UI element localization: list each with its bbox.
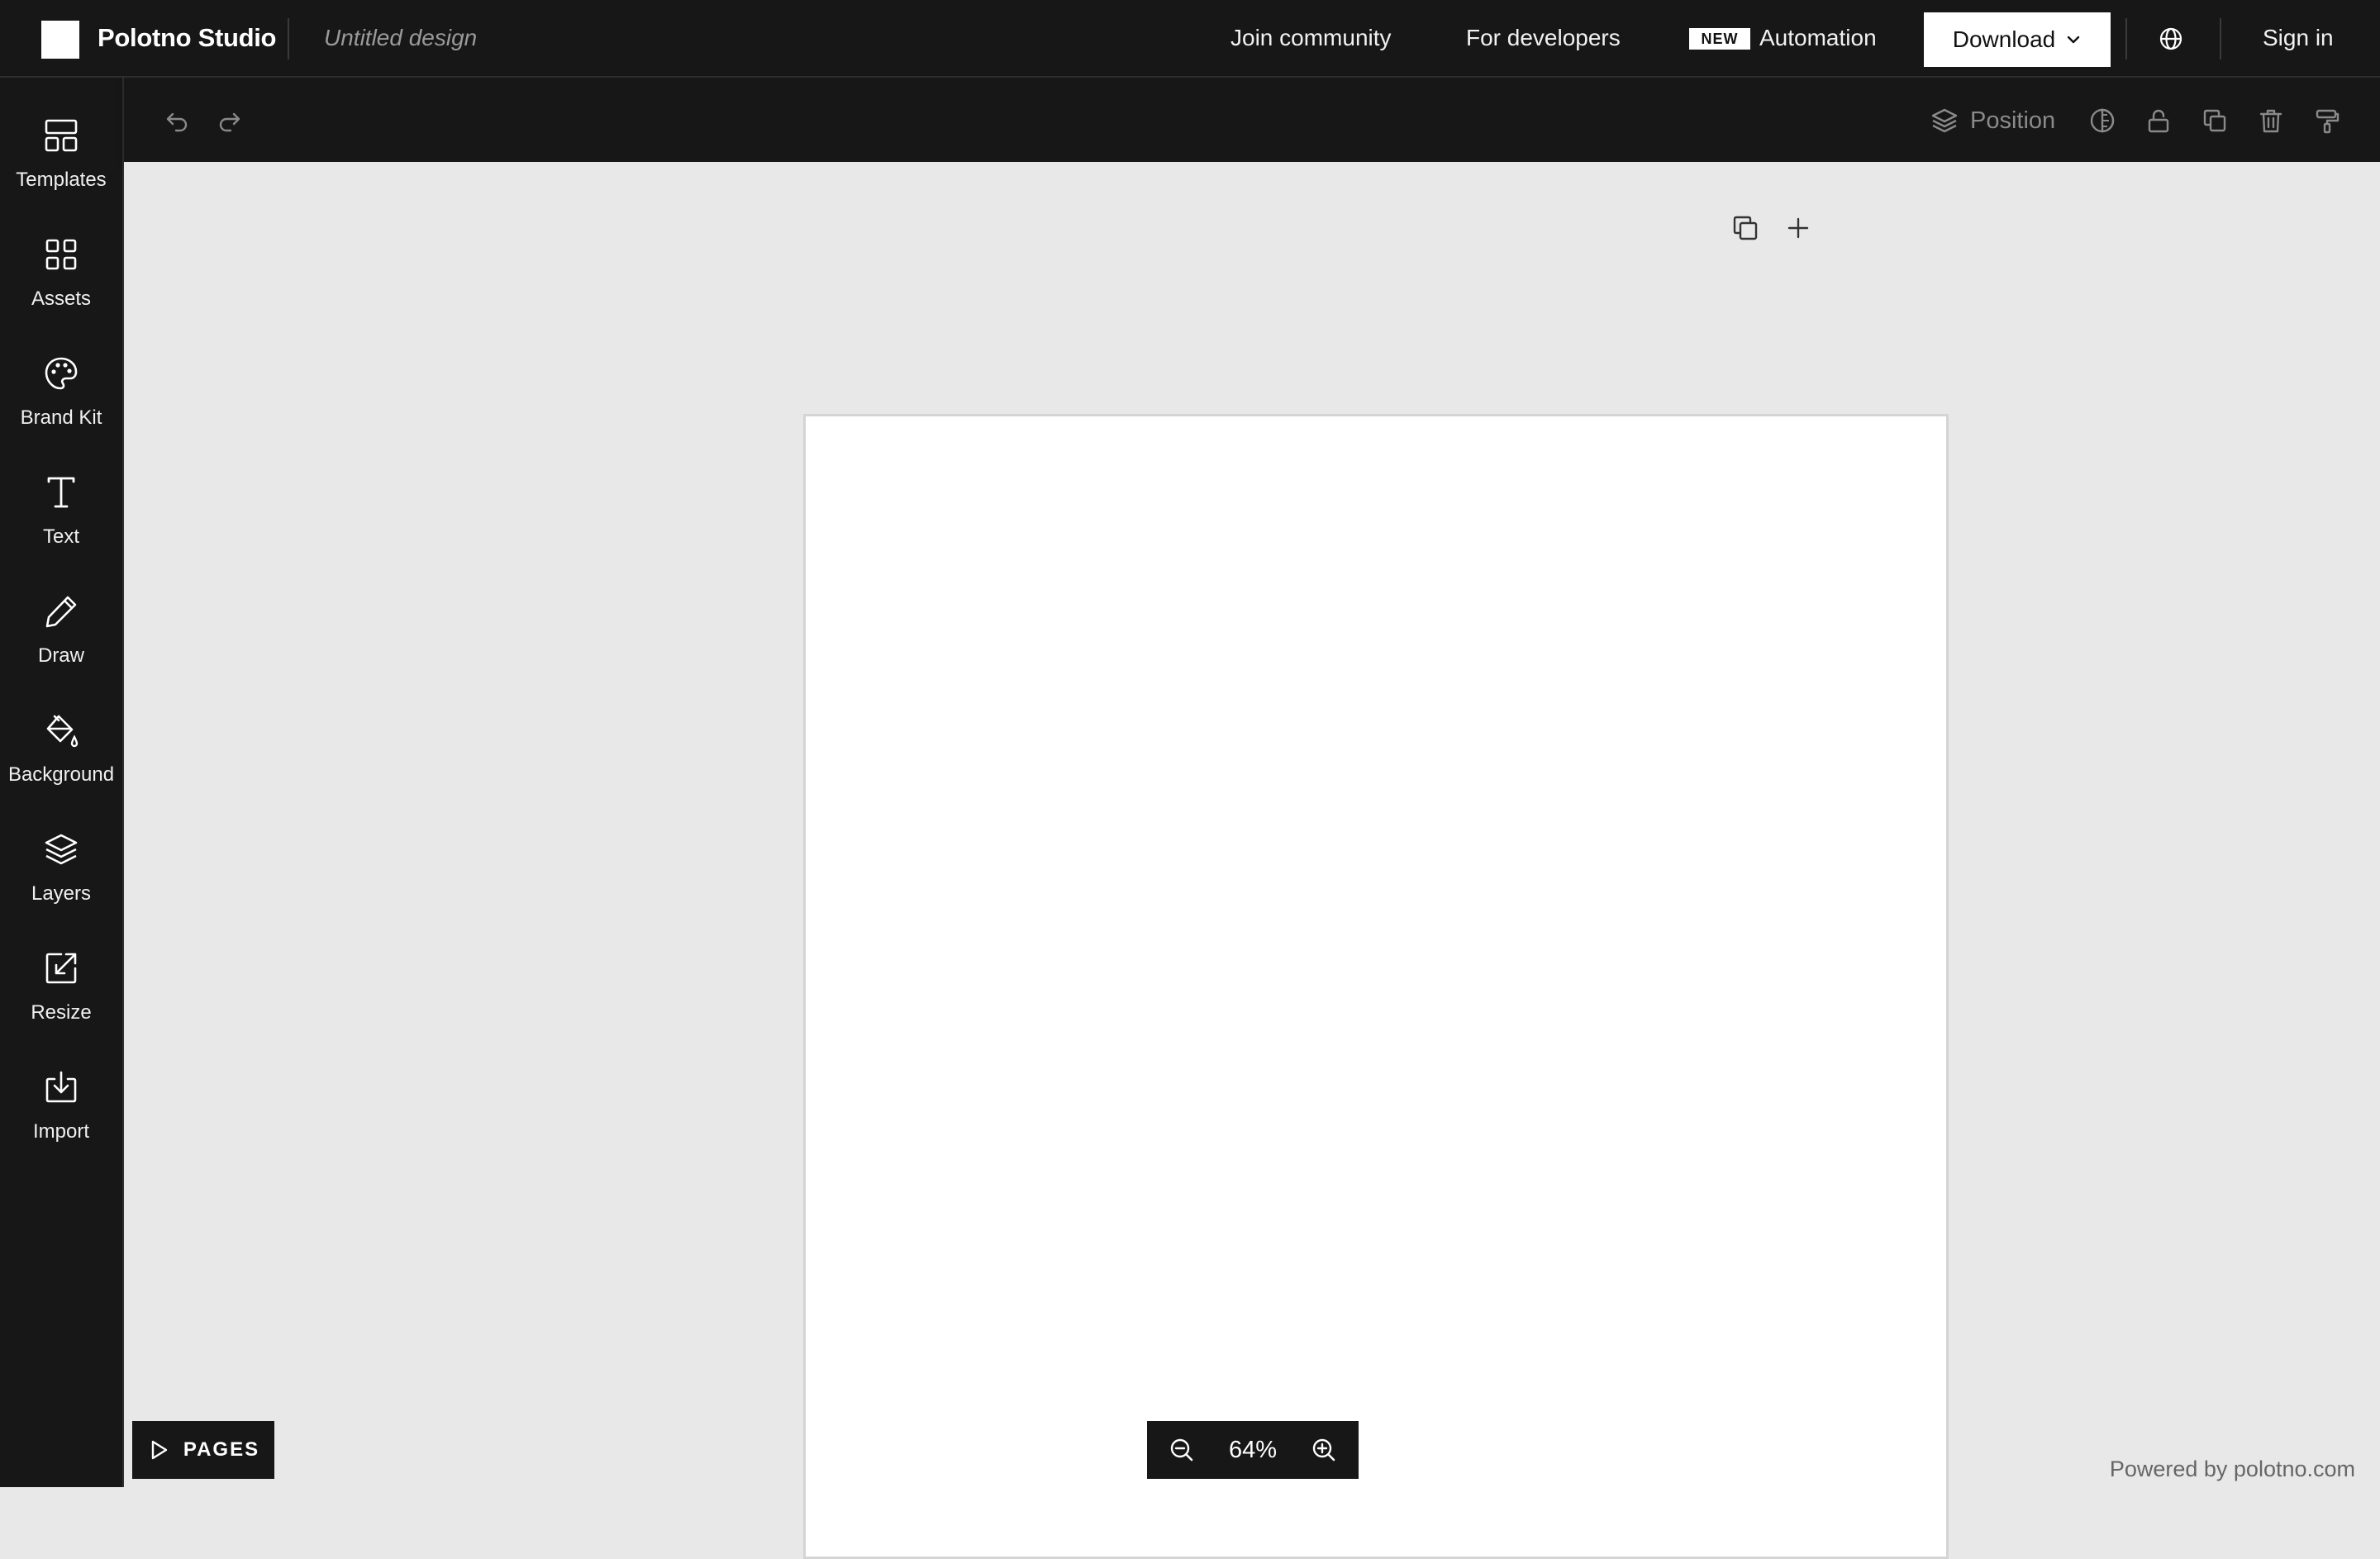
divider xyxy=(2220,18,2221,59)
pages-button[interactable]: PAGES xyxy=(132,1421,274,1479)
trash-icon[interactable] xyxy=(2258,107,2284,134)
paint-bucket-icon xyxy=(46,715,79,748)
copy-style-icon[interactable] xyxy=(2314,107,2340,134)
zoom-in-icon[interactable] xyxy=(1311,1437,1337,1463)
powered-by-link[interactable]: Powered by polotno.com xyxy=(2110,1457,2355,1482)
sidebar-item-import[interactable]: Import xyxy=(0,1046,122,1153)
sidebar: Templates Assets Brand Kit Text Draw Bac… xyxy=(0,78,124,1487)
zoom-value[interactable]: 64% xyxy=(1229,1437,1277,1464)
sidebar-item-label: Assets xyxy=(31,288,92,310)
sidebar-item-text[interactable]: Text xyxy=(0,451,122,558)
pencil-icon xyxy=(45,596,77,628)
design-page[interactable] xyxy=(803,414,1949,1559)
automation-link[interactable]: Automation xyxy=(1759,25,1877,51)
sidebar-item-label: Brand Kit xyxy=(20,406,102,429)
zoom-controls: 64% xyxy=(1147,1421,1359,1479)
pages-label: PAGES xyxy=(183,1438,260,1461)
transparency-icon[interactable] xyxy=(2089,107,2116,134)
position-button[interactable]: Position xyxy=(1930,106,2055,135)
sidebar-item-label: Background xyxy=(7,763,115,786)
sidebar-item-background[interactable]: Background xyxy=(0,689,122,796)
sidebar-item-label: Text xyxy=(42,525,79,548)
sidebar-item-assets[interactable]: Assets xyxy=(0,213,122,321)
play-icon xyxy=(151,1440,168,1460)
chevron-down-icon xyxy=(2068,36,2080,44)
import-icon xyxy=(45,1071,77,1103)
sidebar-item-draw[interactable]: Draw xyxy=(0,570,122,677)
templates-icon xyxy=(45,119,78,152)
sidebar-item-label: Templates xyxy=(16,169,107,191)
sidebar-item-brand-kit[interactable]: Brand Kit xyxy=(0,332,122,440)
design-name-input[interactable]: Untitled design xyxy=(324,25,477,51)
duplicate-page-icon[interactable] xyxy=(1730,213,1760,243)
app-title[interactable]: Polotno Studio xyxy=(98,23,277,53)
palette-icon xyxy=(45,357,78,390)
position-label: Position xyxy=(1970,107,2056,134)
redo-icon[interactable] xyxy=(217,107,243,134)
join-community-link[interactable]: Join community xyxy=(1230,25,1392,51)
resize-icon xyxy=(45,953,77,984)
text-icon xyxy=(47,477,75,508)
globe-icon[interactable] xyxy=(2159,26,2183,51)
for-developers-link[interactable]: For developers xyxy=(1466,25,1621,51)
sidebar-item-layers[interactable]: Layers xyxy=(0,808,122,915)
assets-icon xyxy=(45,239,77,270)
sidebar-item-label: Import xyxy=(32,1120,89,1143)
layers-icon xyxy=(1931,108,1958,133)
sidebar-item-label: Draw xyxy=(37,644,84,667)
unlock-icon[interactable] xyxy=(2145,107,2172,134)
top-bar: Polotno Studio Untitled design Join comm… xyxy=(0,0,2380,78)
download-label: Download xyxy=(1952,26,2056,52)
layers-icon xyxy=(45,834,78,865)
divider xyxy=(2125,18,2127,59)
sidebar-item-resize[interactable]: Resize xyxy=(0,927,122,1034)
logo-icon[interactable] xyxy=(41,21,79,59)
sidebar-item-label: Resize xyxy=(31,1001,92,1024)
undo-icon[interactable] xyxy=(164,107,190,134)
duplicate-icon[interactable] xyxy=(2202,107,2228,134)
divider xyxy=(288,18,289,59)
sign-in-link[interactable]: Sign in xyxy=(2263,25,2334,51)
sidebar-item-templates[interactable]: Templates xyxy=(0,94,122,202)
zoom-out-icon[interactable] xyxy=(1169,1437,1195,1463)
sidebar-item-label: Layers xyxy=(31,882,92,905)
add-page-icon[interactable] xyxy=(1783,213,1813,243)
canvas-workspace[interactable] xyxy=(124,162,2380,1559)
download-button[interactable]: Download xyxy=(1924,12,2111,67)
new-badge: NEW xyxy=(1689,28,1750,50)
